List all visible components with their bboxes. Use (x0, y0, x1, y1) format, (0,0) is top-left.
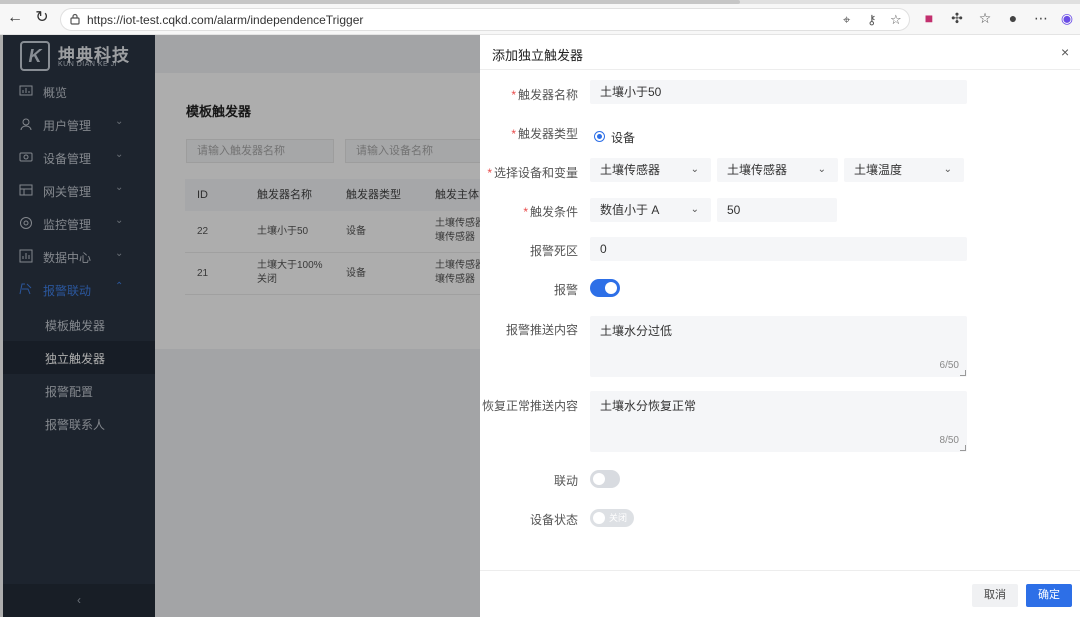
location-icon[interactable]: ⌖ (843, 12, 850, 28)
trigger-name-input[interactable]: 土壤小于50 (590, 80, 967, 104)
deadband-label: 报警死区 (529, 244, 578, 258)
condition-label: * 触发条件 (523, 205, 578, 219)
resize-handle-icon[interactable] (960, 445, 966, 451)
deadband-input[interactable]: 0 (590, 237, 967, 261)
favorite-star-icon[interactable]: ☆ (890, 12, 902, 28)
chevron-down-icon: ⌄ (817, 164, 826, 175)
device-select-1[interactable]: 土壤传感器 ⌄ (590, 158, 711, 182)
chevron-down-icon: ⌄ (690, 164, 699, 175)
linkage-toggle[interactable] (590, 470, 620, 488)
extension-icon[interactable]: ■ (920, 10, 938, 26)
alarm-content-label: 报警推送内容 (505, 323, 578, 337)
linkage-label: 联动 (553, 474, 578, 488)
alarm-toggle[interactable] (590, 279, 620, 297)
close-icon[interactable]: × (1061, 44, 1069, 60)
condition-value-input[interactable]: 50 (717, 198, 837, 222)
url-text[interactable]: https://iot-test.cqkd.com/alarm/independ… (87, 13, 363, 27)
trigger-type-device-radio[interactable] (594, 131, 605, 142)
browser-toolbar: ← ↻ https://iot-test.cqkd.com/alarm/inde… (0, 0, 1080, 35)
puzzle-extensions-icon[interactable]: ✣ (948, 10, 966, 27)
toggle-knob (593, 512, 605, 524)
back-icon[interactable]: ← (6, 9, 24, 27)
drawer-footer: 取消 确定 (480, 570, 1080, 617)
condition-operator-select[interactable]: 数值小于 A ⌄ (590, 198, 711, 222)
profile-avatar-icon[interactable]: ● (1004, 10, 1022, 26)
chevron-down-icon: ⌄ (943, 164, 952, 175)
modal-overlay[interactable] (0, 35, 480, 617)
drawer-title: 添加独立触发器 (492, 48, 584, 63)
reload-icon[interactable]: ↻ (33, 9, 51, 27)
alarm-content-text: 土壤水分过低 (600, 324, 673, 338)
alarm-label: 报警 (553, 283, 578, 297)
device-status-toggle[interactable]: 关闭 (590, 509, 634, 527)
recover-content-textarea[interactable]: 土壤水分恢复正常 8/50 (590, 391, 967, 452)
recover-content-text: 土壤水分恢复正常 (600, 399, 697, 413)
toggle-text: 关闭 (609, 513, 628, 523)
favorites-list-icon[interactable]: ☆ (976, 10, 994, 27)
scroll-thumb[interactable] (0, 0, 740, 4)
toggle-knob (593, 473, 605, 485)
address-bar[interactable]: https://iot-test.cqkd.com/alarm/independ… (60, 8, 910, 31)
add-trigger-drawer: 添加独立触发器 × * 触发器名称 土壤小于50 * 触发器类型 设备 * 选择设备和… (480, 35, 1080, 617)
more-menu-icon[interactable]: ⋯ (1032, 10, 1050, 27)
trigger-name-label: * 触发器名称 (511, 88, 578, 102)
recover-content-label: 恢复正常推送内容 (481, 399, 578, 413)
lock-icon[interactable] (69, 13, 81, 25)
key-icon[interactable]: ⚷ (867, 12, 877, 28)
char-count: 6/50 (939, 360, 959, 371)
alarm-content-textarea[interactable]: 土壤水分过低 6/50 (590, 316, 967, 377)
char-count: 8/50 (939, 435, 959, 446)
toggle-knob (605, 282, 617, 294)
confirm-button[interactable]: 确定 (1026, 584, 1072, 607)
copilot-icon[interactable]: ◉ (1058, 10, 1076, 27)
page-scroll-indicator (0, 0, 1080, 4)
cancel-button[interactable]: 取消 (972, 584, 1018, 607)
trigger-type-device-label[interactable]: 设备 (611, 129, 635, 146)
drawer-header: 添加独立触发器 × (480, 35, 1080, 70)
trigger-type-label: * 触发器类型 (511, 127, 578, 141)
device-status-label: 设备状态 (529, 513, 578, 527)
resize-handle-icon[interactable] (960, 370, 966, 376)
chevron-down-icon: ⌄ (690, 204, 699, 215)
device-select-2[interactable]: 土壤传感器 ⌄ (717, 158, 838, 182)
device-variable-label: * 选择设备和变量 (487, 166, 578, 180)
variable-select[interactable]: 土壤温度 ⌄ (844, 158, 964, 182)
